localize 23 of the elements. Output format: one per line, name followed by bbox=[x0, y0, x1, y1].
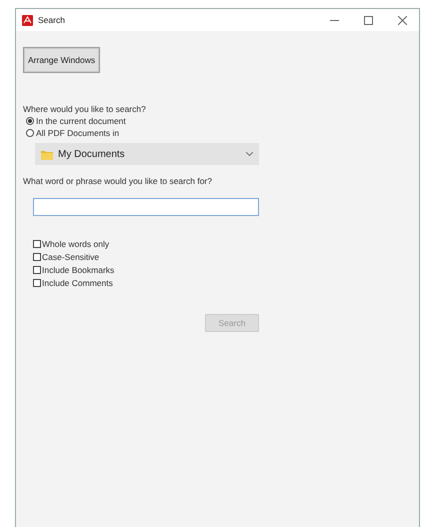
radio-button[interactable] bbox=[26, 128, 34, 136]
checkbox-label: Whole words only bbox=[42, 238, 110, 248]
checkbox[interactable] bbox=[33, 240, 41, 248]
app-icon bbox=[22, 14, 33, 26]
maximize-icon bbox=[364, 16, 372, 24]
question-label: Where would you like to search? bbox=[23, 104, 147, 114]
radio-label: In the current document bbox=[36, 116, 126, 126]
folder-icon bbox=[41, 148, 53, 160]
radio-button[interactable] bbox=[26, 116, 34, 124]
window-title: Search bbox=[38, 15, 66, 25]
checkbox[interactable] bbox=[33, 252, 41, 260]
checkbox[interactable] bbox=[33, 278, 41, 286]
checkbox-label: Case-Sensitive bbox=[42, 252, 100, 262]
checkbox[interactable] bbox=[33, 266, 41, 274]
close-icon bbox=[398, 16, 406, 24]
checkbox-label: Include Bookmarks bbox=[42, 264, 114, 274]
search-field[interactable] bbox=[33, 198, 259, 216]
caret-icon bbox=[246, 152, 253, 156]
folder-dropdown[interactable]: My Documents bbox=[35, 143, 259, 165]
radio-label: All PDF Documents in bbox=[36, 128, 120, 138]
question-label: What word or phrase would you like to search for? bbox=[23, 176, 213, 186]
checkbox-label: Include Comments bbox=[42, 278, 113, 288]
arrange-windows-button[interactable]: Arrange Windows bbox=[23, 47, 100, 73]
